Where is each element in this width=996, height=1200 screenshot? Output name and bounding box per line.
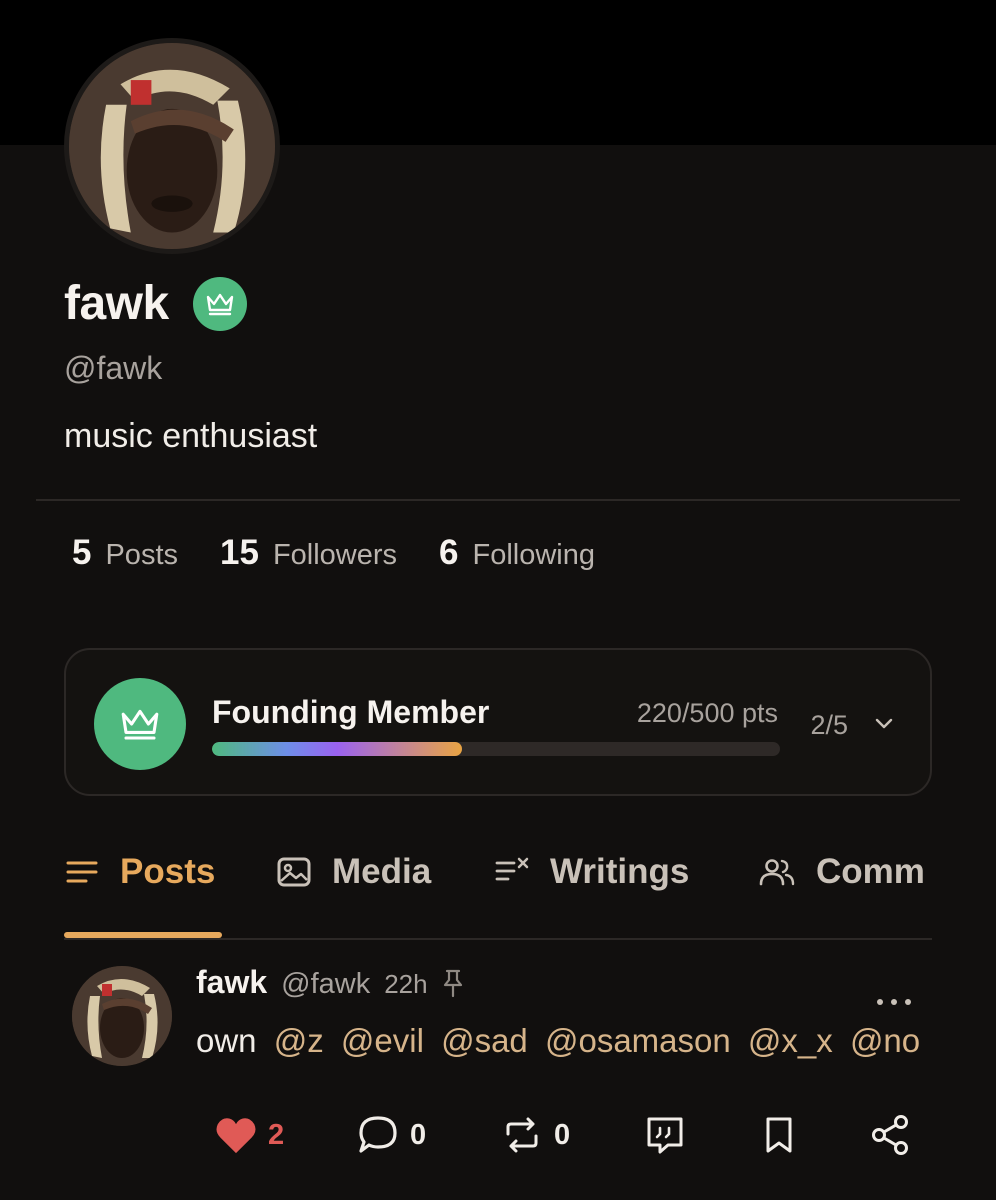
tab-label: Writings <box>550 852 690 891</box>
tab-label: Comm <box>816 852 925 891</box>
stat-following[interactable]: 6 Following <box>439 533 595 573</box>
profile-stats: 5 Posts 15 Followers 6 Following <box>72 533 637 573</box>
crown-icon <box>121 709 159 740</box>
profile-avatar[interactable] <box>64 38 280 254</box>
quote-icon <box>647 1117 683 1154</box>
stat-label: Following <box>472 539 596 571</box>
display-name: fawk <box>64 277 169 330</box>
share-button[interactable] <box>870 1110 912 1160</box>
repost-icon <box>506 1117 538 1153</box>
membership-progress <box>212 742 780 756</box>
post-avatar[interactable] <box>72 966 172 1066</box>
ellipsis-icon <box>877 999 911 1005</box>
quote-button[interactable] <box>644 1110 686 1160</box>
membership-points: 220/500 pts <box>636 698 778 728</box>
membership-card[interactable]: Founding Member 220/500 pts 2/5 <box>64 648 932 796</box>
stat-label: Posts <box>105 539 178 571</box>
post-text-prefix: own <box>196 1022 257 1059</box>
pin-icon <box>443 969 462 997</box>
bookmark-icon <box>766 1117 792 1153</box>
tab-writings[interactable]: Writings <box>494 852 689 892</box>
crown-badge[interactable] <box>192 276 247 331</box>
post-actions: 2 0 0 <box>0 1110 996 1160</box>
tab-posts[interactable]: Posts <box>64 852 215 892</box>
writings-icon <box>495 857 529 881</box>
like-button[interactable]: 2 <box>214 1110 284 1160</box>
bookmark-button[interactable] <box>762 1110 796 1160</box>
share-icon <box>872 1115 908 1155</box>
tab-label: Media <box>332 852 432 891</box>
profile-tabs: Posts Media Writings Comm <box>64 848 932 940</box>
mention-link[interactable]: @no <box>850 1022 920 1059</box>
comment-count: 0 <box>410 1118 427 1151</box>
comment-button[interactable]: 0 <box>356 1110 426 1160</box>
name-row: fawk <box>64 276 247 331</box>
post-header: fawk @fawk 22h <box>196 964 466 1001</box>
mention-link[interactable]: @z <box>274 1022 324 1059</box>
membership-progress-fill <box>212 742 462 756</box>
stat-label: Followers <box>272 539 398 571</box>
stat-followers[interactable]: 15 Followers <box>220 533 397 573</box>
image-icon <box>277 857 311 887</box>
list-icon <box>66 861 98 883</box>
avatar-photo <box>72 966 172 1066</box>
profile-bio: music enthusiast <box>64 417 318 455</box>
stat-posts[interactable]: 5 Posts <box>72 533 178 573</box>
post-author[interactable]: fawk <box>196 964 267 1001</box>
heart-icon <box>216 1118 256 1154</box>
membership-title: Founding Member <box>212 694 490 730</box>
avatar-photo <box>69 43 275 249</box>
active-tab-indicator <box>64 932 222 938</box>
tab-label: Posts <box>120 852 216 891</box>
chevron-down-icon[interactable] <box>872 712 896 736</box>
post-text: own @z @evil @sad @osamason @x_x @no <box>196 1022 920 1060</box>
crown-icon <box>206 293 233 315</box>
repost-count: 0 <box>554 1118 571 1151</box>
stat-value: 5 <box>72 533 92 572</box>
mention-link[interactable]: @evil <box>341 1022 424 1059</box>
stat-value: 6 <box>439 533 459 572</box>
divider <box>36 499 960 501</box>
repost-button[interactable]: 0 <box>500 1110 570 1160</box>
mention-link[interactable]: @osamason <box>545 1022 731 1059</box>
mention-link[interactable]: @sad <box>441 1022 528 1059</box>
comment-icon <box>359 1116 397 1153</box>
mention-link[interactable]: @x_x <box>748 1022 833 1059</box>
membership-level: 2/5 <box>810 710 848 740</box>
post-time: 22h <box>384 969 428 999</box>
more-options-button[interactable] <box>872 980 916 1024</box>
like-count: 2 <box>268 1118 285 1151</box>
profile-handle: @fawk <box>64 350 163 386</box>
community-icon <box>759 859 795 886</box>
stat-value: 15 <box>220 533 259 572</box>
tab-communities[interactable]: Comm <box>758 852 925 892</box>
tab-media[interactable]: Media <box>276 852 431 892</box>
post-handle[interactable]: @fawk <box>281 968 370 1001</box>
membership-badge <box>94 678 186 770</box>
